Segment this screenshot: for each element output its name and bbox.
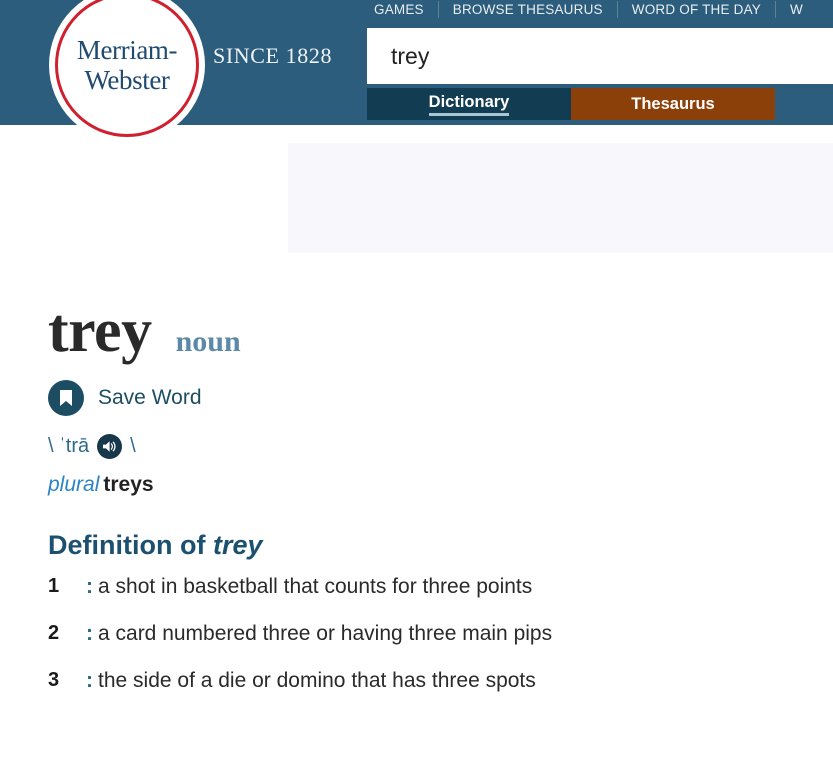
speaker-icon[interactable] [97,434,123,459]
sense-colon: : [86,669,93,692]
sense-text: the side of a die or domino that has thr… [98,669,536,692]
definition-heading-word: trey [212,530,263,560]
sense-number: 3 [48,669,60,691]
sense-item: 3 : the side of a die or domino that has… [48,669,808,693]
utility-nav: GAMES BROWSE THESAURUS WORD OF THE DAY W [360,0,817,19]
headword-row: trey noun [48,300,808,366]
inflection-label: plural [48,473,100,496]
merriam-webster-logo[interactable]: Merriam- Webster [49,0,205,143]
nav-item-truncated[interactable]: W [776,0,817,19]
sense-colon: : [86,622,93,645]
nav-item-word-of-the-day[interactable]: WORD OF THE DAY [618,0,775,19]
sense-text: a shot in basketball that counts for thr… [98,575,533,598]
save-word-label: Save Word [98,386,202,409]
part-of-speech: noun [175,325,241,358]
sense-list: 1 : a shot in basketball that counts for… [48,575,808,693]
nav-item-games[interactable]: GAMES [360,0,438,19]
logo-line-1: Merriam- [76,35,178,65]
site-header: GAMES BROWSE THESAURUS WORD OF THE DAY W… [0,0,833,143]
pronunciation-close: \ [130,435,136,457]
search-mode-tabs: Dictionary Thesaurus [367,88,775,120]
dictionary-entry: trey noun Save Word \ ˈtrā \ plural treys… [48,300,808,716]
sense-item: 1 : a shot in basketball that counts for… [48,575,808,599]
since-tagline: SINCE 1828 [213,43,333,68]
logo-line-2: Webster [84,65,170,95]
tab-dictionary-label: Dictionary [428,93,510,116]
sense-number: 2 [48,622,60,644]
logo-text: Merriam- Webster [49,0,205,143]
sense-item: 2 : a card numbered three or having thre… [48,622,808,646]
bookmark-icon [48,380,84,416]
advertisement-placeholder [288,143,833,253]
headword: trey [48,297,152,365]
tab-thesaurus[interactable]: Thesaurus [571,88,775,120]
pronunciation-text: \ ˈtrā [48,435,90,457]
nav-item-browse-thesaurus[interactable]: BROWSE THESAURUS [439,0,617,19]
tab-dictionary[interactable]: Dictionary [367,88,571,120]
definition-heading: Definition of trey [48,530,808,561]
search-input[interactable] [367,28,833,84]
sense-number: 1 [48,575,60,597]
sense-colon: : [86,575,93,598]
inflection-row: plural treys [48,473,808,497]
definition-heading-prefix: Definition of [48,530,213,560]
pronunciation-row: \ ˈtrā \ [48,434,808,459]
sense-text: a card numbered three or having three ma… [98,622,553,645]
inflection-value: treys [103,473,154,496]
save-word-button[interactable]: Save Word [48,380,202,416]
tab-thesaurus-label: Thesaurus [631,94,715,113]
